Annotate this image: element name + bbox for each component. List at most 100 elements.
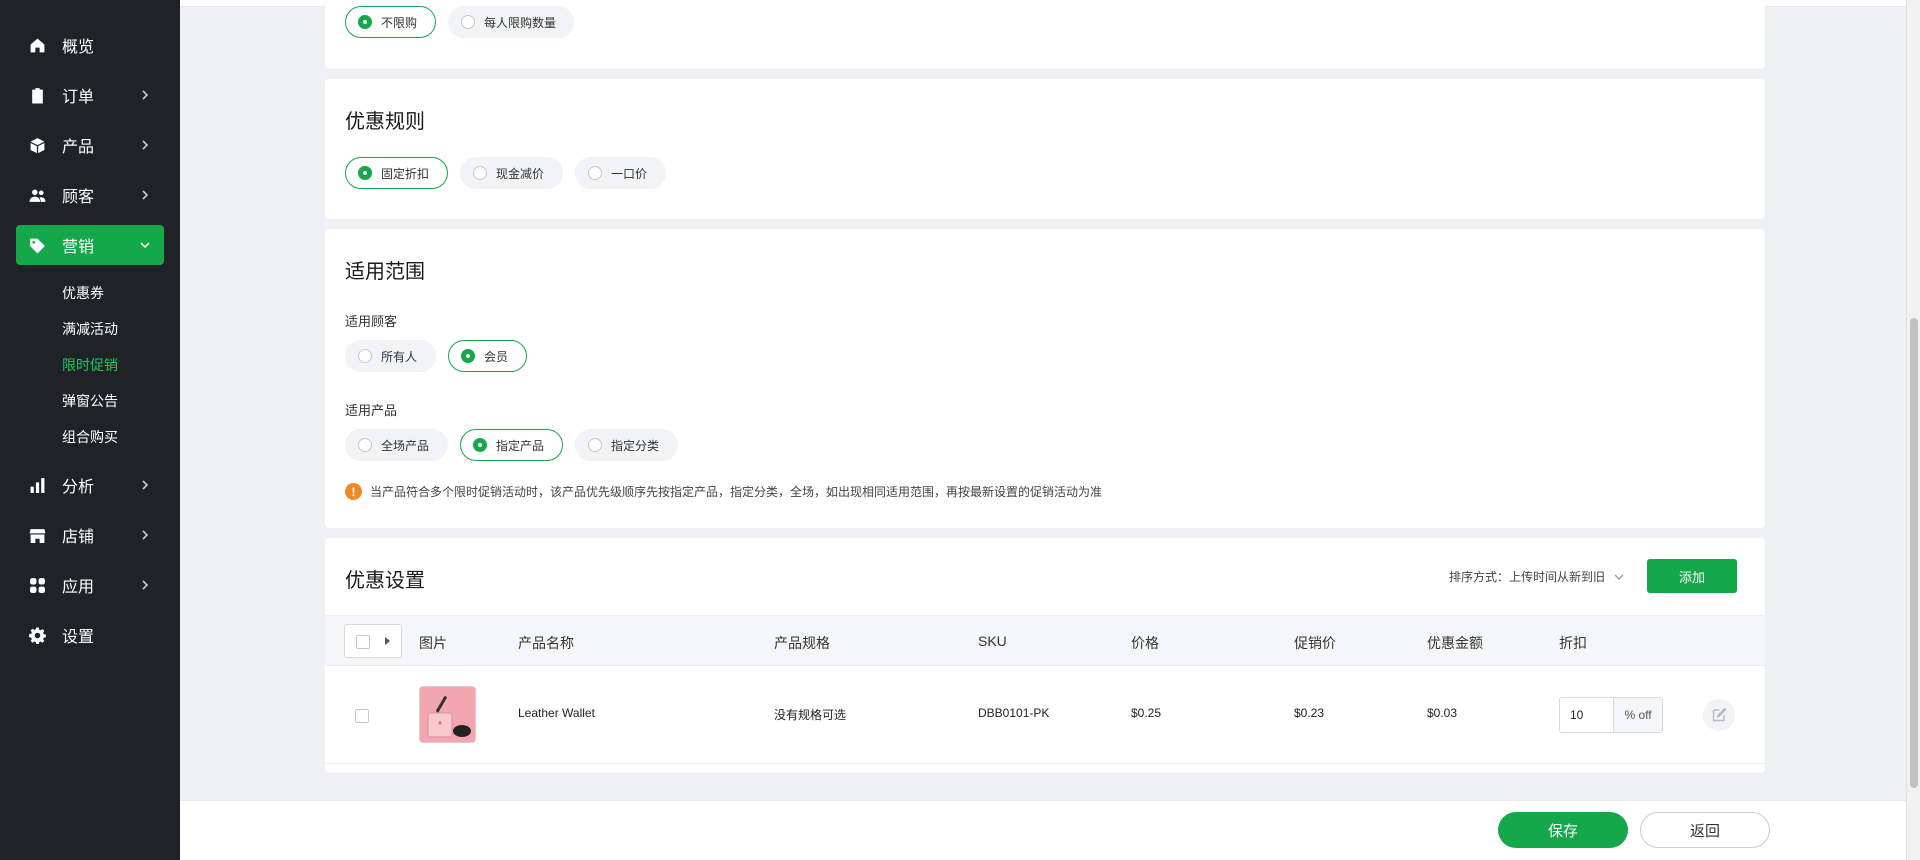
radio-fixed-price[interactable]: 一口价	[575, 157, 666, 189]
back-button[interactable]: 返回	[1640, 812, 1770, 848]
sidebar-item-label: 订单	[62, 89, 95, 106]
caret-right-icon	[385, 637, 390, 645]
sidebar-subitem-coupons[interactable]: 优惠券	[62, 283, 104, 303]
select-all-checkbox[interactable]	[356, 635, 370, 649]
product-discount-amount: $0.03	[1427, 706, 1458, 720]
column-header-image: 图片	[419, 635, 447, 651]
gear-icon	[28, 626, 46, 644]
sidebar-item-store[interactable]: 店铺	[16, 515, 164, 555]
radio-label: 不限购	[381, 15, 418, 30]
chevron-down-icon	[1613, 571, 1625, 583]
sidebar-item-apps[interactable]: 应用	[16, 565, 164, 605]
column-header-spec: 产品规格	[774, 635, 830, 651]
radio-dot	[588, 166, 602, 180]
chevron-right-icon	[138, 138, 152, 152]
sidebar-subitem-bundle[interactable]: 组合购买	[62, 427, 118, 447]
sidebar-item-customers[interactable]: 顾客	[16, 175, 164, 215]
chevron-right-icon	[138, 578, 152, 592]
radio-label: 一口价	[611, 166, 648, 181]
discount-settings-card: 优惠设置 排序方式：上传时间从新到旧 添加 图片 产品名称 产品规格 SKU 价…	[325, 538, 1765, 773]
discount-input-group: 10 % off	[1559, 697, 1663, 733]
radio-fixed-discount[interactable]: 固定折扣	[345, 157, 448, 189]
column-header-price: 价格	[1131, 635, 1159, 651]
sidebar-item-products[interactable]: 产品	[16, 125, 164, 165]
row-checkbox[interactable]	[355, 709, 369, 723]
sidebar-item-settings[interactable]: 设置	[16, 615, 164, 655]
radio-dot	[358, 349, 372, 363]
customer-scope-label: 适用顾客	[345, 314, 398, 329]
clipboard-icon	[28, 86, 46, 104]
scope-card: 适用范围 适用顾客 所有人 会员 适用产品 全场产品 指定产品 指定分类 ! 当…	[325, 229, 1765, 528]
radio-dot	[461, 349, 475, 363]
footer-bar: 保存 返回	[180, 800, 1906, 860]
radio-label: 固定折扣	[381, 166, 430, 181]
radio-dot	[358, 15, 372, 29]
chevron-right-icon	[138, 88, 152, 102]
sort-label: 排序方式：上传时间从新到旧	[1448, 570, 1605, 584]
chevron-right-icon	[138, 188, 152, 202]
store-icon	[28, 526, 46, 544]
tag-icon	[28, 236, 46, 254]
radio-label: 全场产品	[381, 438, 430, 453]
bulk-select-dropdown[interactable]	[344, 624, 402, 658]
product-promo-price: $0.23	[1294, 706, 1325, 720]
radio-members[interactable]: 会员	[448, 340, 527, 372]
sidebar-item-marketing[interactable]: 营销	[16, 225, 164, 265]
section-title: 优惠规则	[345, 111, 425, 133]
product-name: Leather Wallet	[518, 706, 595, 720]
save-button[interactable]: 保存	[1498, 812, 1628, 848]
radio-label: 指定分类	[611, 438, 660, 453]
priority-notice: ! 当产品符合多个限时促销活动时，该产品优先级顺序先按指定产品，指定分类，全场，…	[345, 483, 1102, 500]
discount-input[interactable]: 10	[1560, 698, 1614, 732]
radio-dot	[358, 438, 372, 452]
column-header-promo-price: 促销价	[1294, 635, 1336, 651]
section-title: 适用范围	[345, 261, 425, 283]
sidebar-item-label: 概览	[62, 39, 95, 56]
chevron-down-icon	[138, 238, 152, 252]
add-product-button[interactable]: 添加	[1647, 559, 1737, 593]
product-spec: 没有规格可选	[774, 708, 847, 722]
sidebar-item-label: 应用	[62, 579, 95, 596]
box-icon	[28, 136, 46, 154]
product-scope-label: 适用产品	[345, 403, 398, 418]
sort-dropdown[interactable]: 排序方式：上传时间从新到旧	[1449, 568, 1625, 585]
radio-all-products[interactable]: 全场产品	[345, 429, 448, 461]
sidebar-subitem-flash-sale[interactable]: 限时促销	[62, 355, 118, 375]
table-row: Leather Wallet 没有规格可选 DBB0101-PK $0.25 $…	[325, 666, 1765, 764]
sidebar-item-label: 分析	[62, 479, 95, 496]
radio-label: 所有人	[381, 349, 418, 364]
radio-label: 指定产品	[496, 438, 545, 453]
table-header: 图片 产品名称 产品规格 SKU 价格 促销价 优惠金额 折扣	[325, 615, 1765, 666]
radio-dot	[358, 166, 372, 180]
discount-unit: % off	[1613, 698, 1662, 732]
radio-specific-categories[interactable]: 指定分类	[575, 429, 678, 461]
page-scrollbar[interactable]	[1906, 0, 1920, 860]
users-icon	[28, 186, 46, 204]
discount-rules-card: 优惠规则 固定折扣 现金减价 一口价	[325, 79, 1765, 219]
radio-dot	[461, 15, 475, 29]
chevron-right-icon	[138, 478, 152, 492]
sidebar-item-analytics[interactable]: 分析	[16, 465, 164, 505]
radio-specific-products[interactable]: 指定产品	[460, 429, 563, 461]
scrollbar-thumb[interactable]	[1910, 318, 1918, 788]
edit-row-button[interactable]	[1703, 699, 1735, 731]
radio-per-person-limit[interactable]: 每人限购数量	[448, 6, 574, 38]
column-header-discount-amount: 优惠金额	[1427, 635, 1483, 651]
radio-no-limit[interactable]: 不限购	[345, 6, 436, 38]
warning-icon: !	[345, 483, 362, 500]
radio-everyone[interactable]: 所有人	[345, 340, 436, 372]
apps-icon	[28, 576, 46, 594]
radio-cash-off[interactable]: 现金减价	[460, 157, 563, 189]
home-icon	[28, 36, 46, 54]
sidebar-item-orders[interactable]: 订单	[16, 75, 164, 115]
radio-dot	[473, 438, 487, 452]
sidebar-subitem-popup-notice[interactable]: 弹窗公告	[62, 391, 118, 411]
product-price: $0.25	[1131, 706, 1162, 720]
chevron-right-icon	[138, 528, 152, 542]
radio-label: 会员	[484, 349, 509, 364]
edit-icon	[1712, 707, 1727, 722]
column-header-sku: SKU	[978, 633, 1007, 649]
sidebar-subitem-spend-discount[interactable]: 满减活动	[62, 319, 118, 339]
sidebar-item-overview[interactable]: 概览	[16, 25, 164, 65]
column-header-discount: 折扣	[1559, 635, 1587, 651]
